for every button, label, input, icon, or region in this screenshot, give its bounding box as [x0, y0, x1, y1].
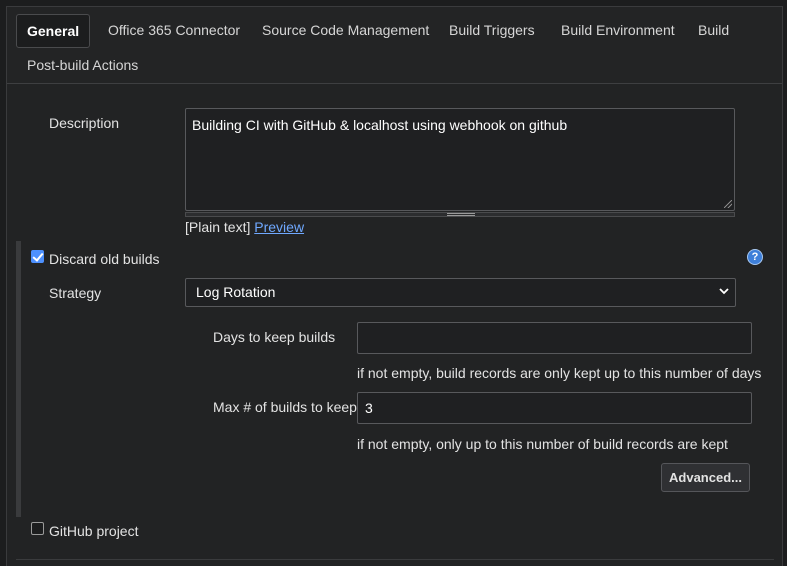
days-to-keep-label: Days to keep builds [213, 329, 336, 345]
github-project-checkbox[interactable] [31, 522, 44, 535]
max-builds-input[interactable]: 3 [357, 392, 752, 424]
tab-source-code-management[interactable]: Source Code Management [252, 13, 439, 47]
discard-old-builds-label[interactable]: Discard old builds [49, 251, 160, 267]
section-divider [16, 559, 774, 560]
question-icon[interactable]: ? [747, 249, 763, 265]
grip-lines-icon [447, 213, 475, 216]
strategy-select[interactable]: Log Rotation [185, 278, 736, 307]
description-value: Building CI with GitHub & localhost usin… [192, 117, 568, 133]
strategy-label: Strategy [49, 285, 102, 301]
tab-bar: General Office 365 Connector Source Code… [7, 7, 782, 84]
tab-post-build-actions[interactable]: Post-build Actions [17, 48, 148, 82]
tab-general[interactable]: General [16, 14, 91, 48]
description-label: Description [49, 115, 120, 131]
max-builds-label: Max # of builds to keep [213, 399, 357, 415]
chevron-down-icon [719, 288, 729, 295]
tab-build[interactable]: Build [688, 13, 739, 47]
tab-build-triggers[interactable]: Build Triggers [439, 13, 545, 47]
tab-build-environment[interactable]: Build Environment [551, 13, 685, 47]
strategy-selected-value: Log Rotation [196, 284, 276, 300]
days-to-keep-hint: if not empty, build records are only kep… [357, 365, 762, 381]
github-project-label[interactable]: GitHub project [49, 523, 138, 539]
days-to-keep-input[interactable] [357, 322, 752, 354]
advanced-button[interactable]: Advanced... [661, 463, 750, 492]
plain-text-label: [Plain text] [185, 219, 251, 235]
resize-corner-icon[interactable] [724, 200, 732, 208]
description-format: [Plain text] Preview [185, 219, 304, 235]
discard-old-builds-checkbox[interactable] [31, 250, 44, 263]
description-textarea[interactable]: Building CI with GitHub & localhost usin… [185, 108, 735, 211]
config-frame: General Office 365 Connector Source Code… [6, 6, 783, 566]
preview-link[interactable]: Preview [254, 219, 304, 235]
textarea-resize-grip[interactable] [185, 212, 735, 217]
max-builds-hint: if not empty, only up to this number of … [357, 436, 728, 452]
section-indent-bar [16, 241, 21, 517]
tab-office-365-connector[interactable]: Office 365 Connector [98, 13, 250, 47]
